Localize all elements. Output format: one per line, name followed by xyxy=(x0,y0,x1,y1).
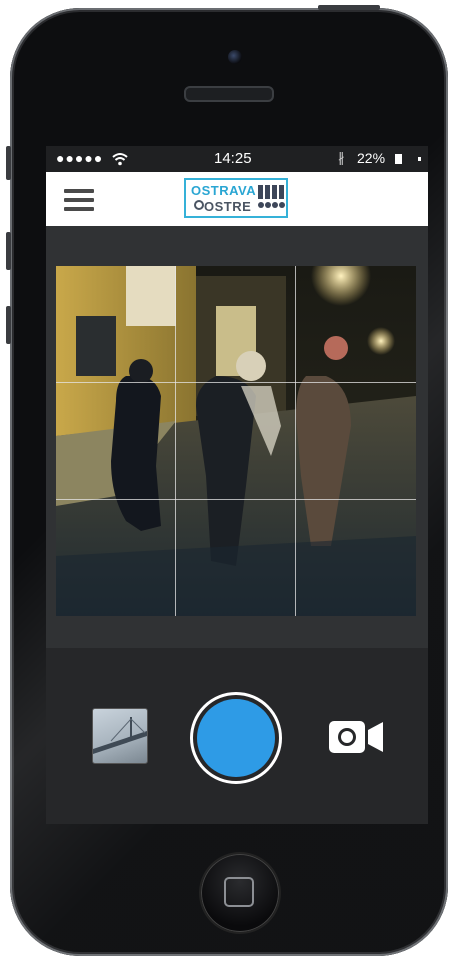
screen: ●●●●● 14:25 ∦ 22% OSTRAVA OSTRE xyxy=(46,146,428,824)
battery-tip xyxy=(418,157,421,161)
wifi-icon xyxy=(112,153,128,166)
app-header: OSTRAVA OSTRE xyxy=(46,172,428,226)
grid-line-h1 xyxy=(56,382,416,383)
earpiece-speaker xyxy=(184,86,274,102)
power-button xyxy=(318,5,380,10)
camera-controls xyxy=(46,648,428,824)
battery-percent: 22% xyxy=(357,150,386,166)
logo-text-ostrava: OSTRAVA xyxy=(191,183,257,198)
logo-text-ostre: OSTRE xyxy=(204,199,252,214)
signal-strength: ●●●●● xyxy=(56,150,104,166)
camera-viewfinder[interactable] xyxy=(46,226,428,648)
front-camera xyxy=(228,50,242,64)
volume-down-button xyxy=(6,306,11,344)
home-square-icon xyxy=(224,877,254,907)
gallery-thumbnail-button[interactable] xyxy=(92,708,148,764)
status-time: 14:25 xyxy=(214,150,252,167)
grid-line-v2 xyxy=(295,266,296,616)
camera-preview-image xyxy=(56,266,416,616)
status-bar: ●●●●● 14:25 ∦ 22% xyxy=(46,146,428,172)
mute-switch xyxy=(6,146,11,180)
battery-icon xyxy=(395,154,402,164)
street-scene xyxy=(56,266,416,616)
app-logo: OSTRAVA OSTRE xyxy=(184,178,288,218)
volume-up-button xyxy=(6,232,11,270)
shutter-button[interactable] xyxy=(197,699,275,777)
menu-icon[interactable] xyxy=(64,189,94,211)
grid-line-h2 xyxy=(56,499,416,500)
logo-o-ring xyxy=(194,200,204,210)
gallery-thumbnail-icon xyxy=(93,717,147,754)
bluetooth-icon: ∦ xyxy=(338,150,345,165)
grid-line-v1 xyxy=(175,266,176,616)
video-camera-icon[interactable] xyxy=(328,720,384,754)
